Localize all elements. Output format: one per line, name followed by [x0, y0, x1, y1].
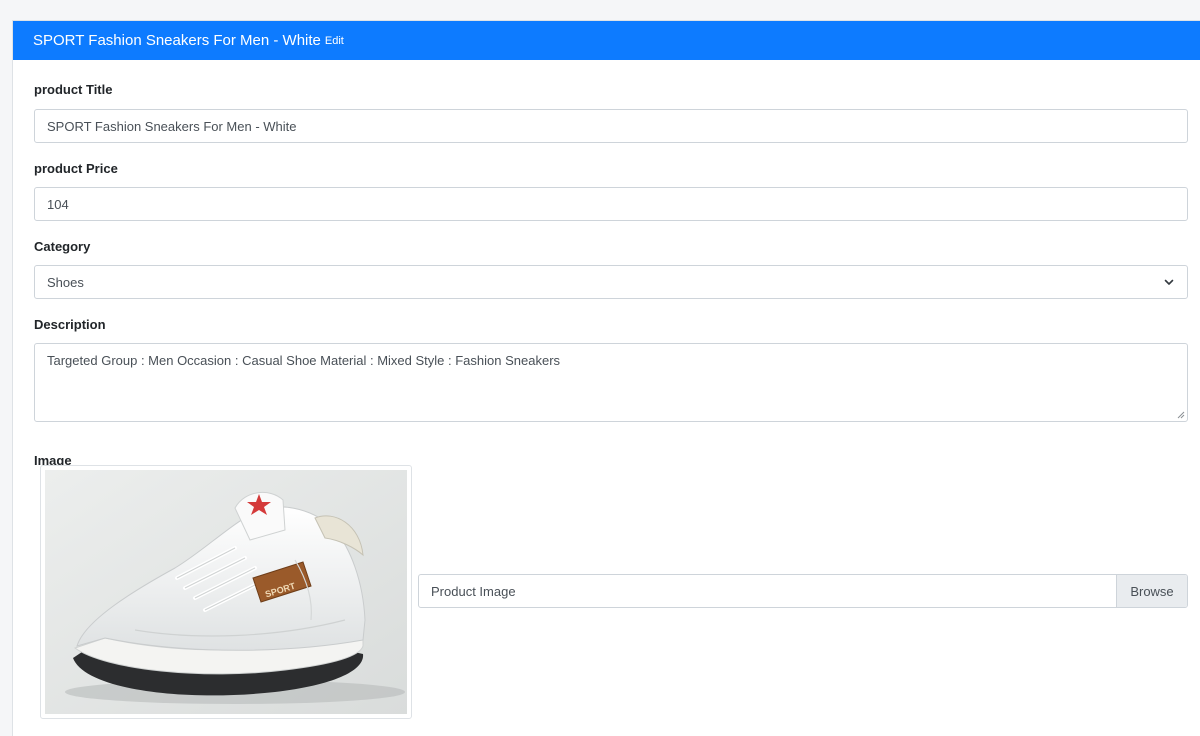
category-selected-value: Shoes — [47, 274, 84, 290]
edit-product-card: SPORT Fashion Sneakers For Men - White E… — [12, 20, 1200, 736]
product-price-input[interactable]: 104 — [34, 187, 1188, 221]
category-select[interactable]: Shoes — [34, 265, 1188, 299]
browse-button[interactable]: Browse — [1116, 575, 1187, 607]
card-header: SPORT Fashion Sneakers For Men - White E… — [13, 21, 1200, 60]
product-price-label: product Price — [34, 161, 118, 176]
product-image-thumbnail: SPORT — [40, 465, 412, 719]
description-label: Description — [34, 317, 106, 332]
resize-grip-icon[interactable] — [1177, 411, 1185, 419]
file-input-placeholder: Product Image — [431, 583, 516, 599]
category-label: Category — [34, 239, 91, 254]
chevron-down-icon — [1164, 279, 1174, 285]
product-title-input[interactable]: SPORT Fashion Sneakers For Men - White — [34, 109, 1188, 143]
product-title-label: product Title — [34, 82, 113, 97]
description-wrapper: Targeted Group : Men Occasion : Casual S… — [34, 343, 1188, 422]
description-textarea[interactable]: Targeted Group : Men Occasion : Casual S… — [34, 343, 1188, 422]
header-edit-label: Edit — [324, 34, 344, 47]
sneaker-image: SPORT — [45, 470, 407, 714]
header-title: SPORT Fashion Sneakers For Men - White — [33, 32, 321, 49]
product-image-file-input[interactable]: Product Image Browse — [418, 574, 1188, 608]
product-title-value: SPORT Fashion Sneakers For Men - White — [47, 118, 297, 134]
product-price-value: 104 — [47, 196, 69, 212]
